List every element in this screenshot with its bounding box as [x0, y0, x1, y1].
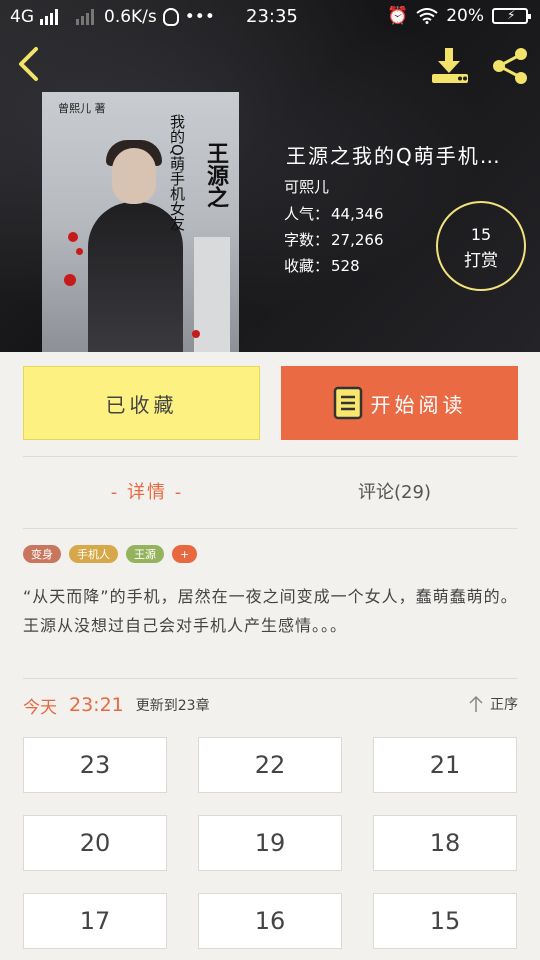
- chapter-item[interactable]: 20: [23, 815, 167, 871]
- network-speed: 0.6K/s: [104, 7, 157, 27]
- words-value: 27,266: [331, 231, 384, 249]
- back-button[interactable]: [16, 46, 42, 82]
- divider: [23, 528, 518, 529]
- update-info: 今天 23:21 更新到23章 正序: [23, 690, 518, 720]
- download-button[interactable]: [430, 46, 470, 86]
- start-reading-button[interactable]: 开始阅读: [281, 366, 518, 440]
- cover-author-mark: 曾熙儿 著: [58, 102, 106, 115]
- favorites-stat: 收藏： 528: [284, 255, 360, 276]
- update-time: 23:21: [69, 694, 124, 716]
- chapter-item[interactable]: 16: [198, 893, 342, 949]
- collected-button[interactable]: 已收藏: [23, 366, 260, 440]
- share-button[interactable]: [490, 46, 530, 86]
- signal-icon: [40, 9, 58, 25]
- update-day: 今天: [23, 697, 57, 718]
- chapter-item[interactable]: 18: [373, 815, 517, 871]
- chapter-item[interactable]: 15: [373, 893, 517, 949]
- tip-button[interactable]: 15 打赏: [436, 201, 526, 291]
- divider: [23, 678, 518, 679]
- battery-level: 20%: [446, 6, 484, 26]
- alarm-icon: ⏰: [387, 6, 409, 26]
- tag-item[interactable]: 王源: [126, 545, 164, 563]
- tip-label: 打赏: [464, 251, 498, 271]
- tab-comments[interactable]: 评论(29): [271, 478, 518, 504]
- tab-detail[interactable]: - 详情 -: [23, 478, 271, 504]
- add-tag-button[interactable]: +: [172, 545, 198, 563]
- divider: [23, 456, 518, 457]
- chapter-item[interactable]: 21: [373, 737, 517, 793]
- popularity-stat: 人气： 44,346: [284, 203, 384, 224]
- words-stat: 字数： 27,266: [284, 229, 384, 250]
- chapter-item[interactable]: 17: [23, 893, 167, 949]
- tag-item[interactable]: 手机人: [69, 545, 118, 563]
- favorites-value: 528: [331, 257, 360, 275]
- qq-icon: [162, 8, 179, 26]
- sort-order-button[interactable]: 正序: [468, 694, 518, 714]
- cover-subtitle: 我的Q萌手机女友: [168, 114, 186, 231]
- more-icon: •••: [184, 7, 215, 27]
- popularity-value: 44,346: [331, 205, 384, 223]
- sort-order-label: 正序: [490, 697, 518, 713]
- book-cover[interactable]: 曾熙儿 著 我的Q萌手机女友 王源之: [42, 92, 239, 352]
- favorites-label: 收藏：: [284, 257, 330, 275]
- clock: 23:35: [246, 6, 298, 27]
- battery-icon: ⚡: [492, 8, 531, 24]
- chapter-item[interactable]: 23: [23, 737, 167, 793]
- tag-list: 变身 手机人 王源 +: [23, 545, 198, 563]
- book-description: “从天而降”的手机，居然在一夜之间变成一个女人，蠢萌蠢萌的。王源从没想过自己会对…: [23, 587, 518, 635]
- collected-label: 已收藏: [105, 392, 178, 417]
- signal-icon-2: [76, 9, 94, 25]
- wifi-icon: [416, 8, 438, 24]
- cover-flower: [64, 274, 76, 286]
- book-author[interactable]: 可熙儿: [284, 176, 329, 197]
- cover-flower: [76, 248, 83, 255]
- start-reading-label: 开始阅读: [370, 392, 467, 417]
- cover-title: 王源之: [203, 142, 228, 208]
- popularity-label: 人气：: [284, 205, 330, 223]
- arrow-up-icon: [469, 695, 483, 712]
- chapter-item[interactable]: 22: [198, 737, 342, 793]
- tip-count: 15: [470, 225, 492, 244]
- cover-face: [112, 148, 156, 204]
- book-title: 王源之我的Q萌手机…: [286, 144, 502, 168]
- cover-flower: [68, 232, 78, 242]
- status-bar: 4G 0.6K/s ••• 23:35 ⏰ 20% ⚡: [0, 0, 540, 34]
- cover-flower: [192, 330, 200, 338]
- book-icon: [333, 386, 362, 420]
- tag-item[interactable]: 变身: [23, 545, 61, 563]
- words-label: 字数：: [284, 231, 330, 249]
- update-text: 更新到23章: [135, 698, 210, 714]
- network-type: 4G: [10, 7, 34, 27]
- book-header: 4G 0.6K/s ••• 23:35 ⏰ 20% ⚡ 曾熙儿 著 我的Q萌手机…: [0, 0, 540, 352]
- chapter-item[interactable]: 19: [198, 815, 342, 871]
